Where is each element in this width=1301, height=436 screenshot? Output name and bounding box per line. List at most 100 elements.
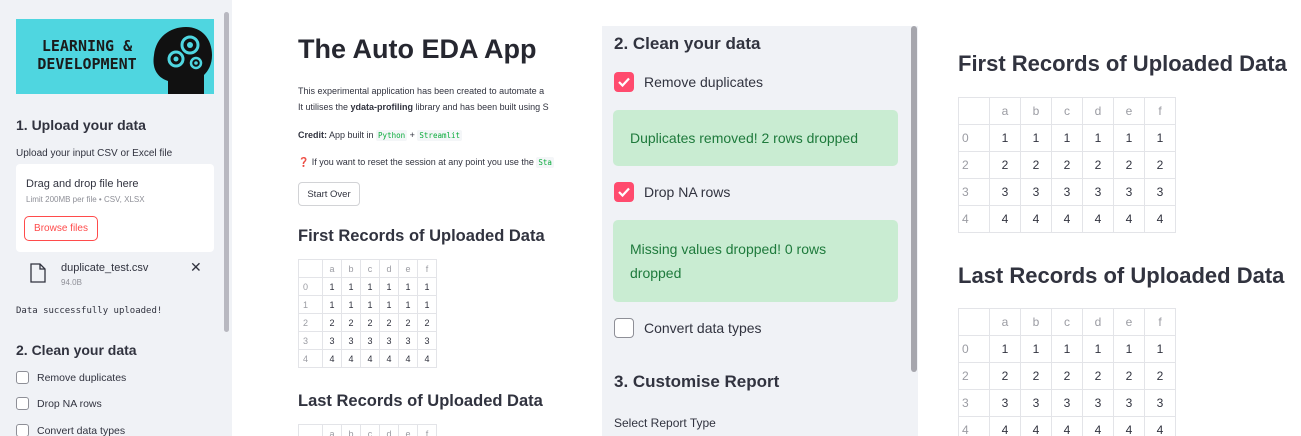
column-header: e <box>1113 308 1145 336</box>
browse-files-button[interactable]: Browse files <box>24 216 98 241</box>
checkbox-label: Remove duplicates <box>37 371 127 384</box>
column-header: f <box>1144 97 1176 125</box>
checkbox-unchecked[interactable] <box>614 318 634 338</box>
row-index: 4 <box>958 205 990 233</box>
checkbox-box[interactable] <box>16 371 29 384</box>
remove-duplicates-checkbox[interactable]: Remove duplicates <box>16 371 126 384</box>
table-cell: 2 <box>989 151 1021 179</box>
table-cell: 4 <box>989 205 1021 233</box>
table-cell: 1 <box>379 277 399 296</box>
first-records-heading: First Records of Uploaded Data <box>298 227 545 245</box>
table-cell: 3 <box>1082 178 1114 206</box>
table-cell: 3 <box>989 178 1021 206</box>
table-cell: 1 <box>322 277 342 296</box>
intro-line-2: It utilises the ydata-profiling library … <box>298 102 549 112</box>
table-cell: 1 <box>398 277 418 296</box>
checkbox-checked[interactable] <box>614 182 634 202</box>
remove-duplicates-checkbox[interactable]: Remove duplicates <box>614 72 763 92</box>
table-cell: 1 <box>360 277 380 296</box>
row-index: 1 <box>298 295 323 314</box>
dropzone-limit: Limit 200MB per file • CSV, XLSX <box>26 195 145 204</box>
drop-na-checkbox[interactable]: Drop NA rows <box>16 397 102 410</box>
table-cell: 4 <box>398 349 418 368</box>
table-header-row: a b c d e f <box>298 424 437 436</box>
column-header: a <box>989 308 1021 336</box>
column-header: f <box>417 259 437 278</box>
table-cell: 1 <box>322 295 342 314</box>
page-title: The Auto EDA App <box>298 34 537 64</box>
table-cell: 3 <box>417 331 437 350</box>
row-index: 2 <box>958 362 990 390</box>
column-header: a <box>322 259 342 278</box>
table-cell: 3 <box>1020 178 1052 206</box>
convert-types-checkbox[interactable]: Convert data types <box>614 318 762 338</box>
table-row: 2 2 2 2 2 2 2 <box>958 362 1176 390</box>
drop-na-checkbox[interactable]: Drop NA rows <box>614 182 730 202</box>
table-cell: 1 <box>1051 335 1083 363</box>
table-cell: 3 <box>1144 389 1176 417</box>
column-header: d <box>379 259 399 278</box>
table-cell: 1 <box>1082 124 1114 152</box>
convert-types-checkbox[interactable]: Convert data types <box>16 424 125 436</box>
duplicates-success-alert: Duplicates removed! 2 rows dropped <box>613 110 898 166</box>
table-row: 0 1 1 1 1 1 1 <box>958 335 1176 363</box>
checkbox-checked[interactable] <box>614 72 634 92</box>
column-header: b <box>341 259 361 278</box>
logo-text: LEARNING & DEVELOPMENT <box>32 37 142 73</box>
index-header <box>958 308 990 336</box>
intro-line-1: This experimental application has been c… <box>298 86 545 96</box>
table-cell: 2 <box>341 313 361 332</box>
upload-caption: Upload your input CSV or Excel file <box>16 148 173 159</box>
table-cell: 1 <box>1113 335 1145 363</box>
table-cell: 4 <box>1144 416 1176 436</box>
table-cell: 3 <box>989 389 1021 417</box>
table-cell: 2 <box>379 313 399 332</box>
column-header: d <box>379 424 399 436</box>
table-header-row: a b c d e f <box>298 259 437 278</box>
table-cell: 2 <box>1113 362 1145 390</box>
table-cell: 2 <box>398 313 418 332</box>
table-cell: 4 <box>1082 205 1114 233</box>
table-row: 4 4 4 4 4 4 4 <box>958 416 1176 436</box>
sidebar-scrollbar[interactable] <box>911 26 917 372</box>
table-cell: 3 <box>398 331 418 350</box>
column-header: b <box>341 424 361 436</box>
intro-text: library and has been built using S <box>413 102 549 112</box>
table-cell: 1 <box>989 124 1021 152</box>
checkbox-label: Drop NA rows <box>37 397 102 410</box>
alert-text: Missing values dropped! 0 rows dropped <box>630 237 826 285</box>
table-cell: 3 <box>1082 389 1114 417</box>
row-index: 3 <box>958 389 990 417</box>
table-cell: 2 <box>1020 362 1052 390</box>
reset-line: ❓ If you want to reset the session at an… <box>298 157 554 168</box>
checkbox-label: Convert data types <box>37 424 126 436</box>
table-cell: 2 <box>1144 362 1176 390</box>
remove-file-icon[interactable]: ✕ <box>190 259 202 276</box>
column-header: a <box>989 97 1021 125</box>
checkbox-box[interactable] <box>16 424 29 436</box>
sidebar-panel: LEARNING & DEVELOPMENT 1. Upload your da… <box>0 0 232 436</box>
learning-development-logo: LEARNING & DEVELOPMENT <box>16 19 214 94</box>
table-cell: 1 <box>1020 335 1052 363</box>
check-icon <box>618 187 630 198</box>
logo-line-1: LEARNING & <box>41 37 133 55</box>
last-records-table: a b c d e f 0 1 1 1 1 1 1 2 2 2 2 2 2 2 … <box>958 308 1176 436</box>
start-over-button[interactable]: Start Over <box>298 182 360 206</box>
cleaned-tables-panel: First Records of Uploaded Data a b c d e… <box>940 0 1301 436</box>
upload-success-message: Data successfully uploaded! <box>16 306 163 316</box>
table-header-row: a b c d e f <box>958 308 1176 336</box>
table-cell: 3 <box>341 331 361 350</box>
table-cell: 4 <box>1051 416 1083 436</box>
sidebar-scrollbar[interactable] <box>224 12 229 332</box>
table-cell: 4 <box>360 349 380 368</box>
file-dropzone[interactable]: Drag and drop file here Limit 200MB per … <box>16 164 214 252</box>
table-row: 3 3 3 3 3 3 3 <box>298 331 437 350</box>
checkbox-box[interactable] <box>16 397 29 410</box>
column-header: f <box>1144 308 1176 336</box>
table-cell: 2 <box>1020 151 1052 179</box>
alert-text: Duplicates removed! 2 rows dropped <box>630 130 859 146</box>
table-cell: 1 <box>989 335 1021 363</box>
table-cell: 4 <box>1144 205 1176 233</box>
index-header <box>298 424 323 436</box>
row-index: 2 <box>298 313 323 332</box>
